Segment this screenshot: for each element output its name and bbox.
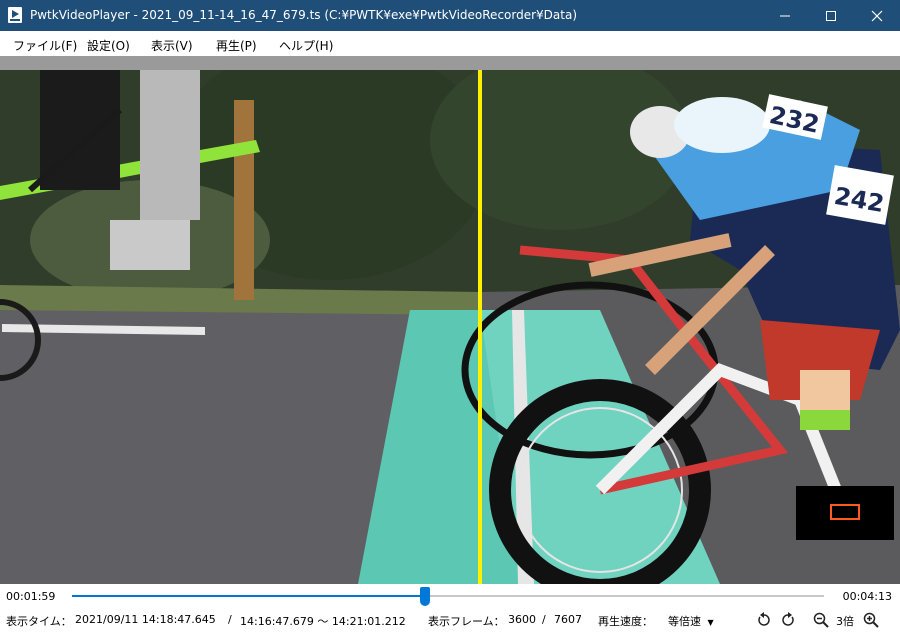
maximize-icon (825, 10, 837, 22)
menu-file[interactable]: ファイル(F) (13, 37, 77, 54)
maximize-button[interactable] (808, 0, 854, 31)
current-time: 00:01:59 (6, 590, 56, 603)
chevron-down-icon: ▼ (707, 618, 714, 627)
frame-total: 7607 (554, 613, 582, 626)
video-image: 232 242 (0, 70, 900, 584)
minimap-viewport[interactable] (830, 504, 860, 520)
window-title: PwtkVideoPlayer - 2021_09_11-14_16_47_67… (30, 8, 578, 22)
rotate-right-button[interactable] (779, 611, 797, 631)
finish-line[interactable] (478, 70, 482, 584)
speed-label: 再生速度： (598, 615, 653, 628)
app-icon (8, 7, 22, 23)
title-bar: PwtkVideoPlayer - 2021_09_11-14_16_47_67… (0, 0, 900, 31)
seek-track[interactable] (72, 595, 824, 597)
zoom-out-icon (813, 612, 829, 631)
minimize-icon (779, 10, 791, 22)
status-bar: 表示タイム： 2021/09/11 14:18:47.645 / 14:16:4… (0, 608, 900, 633)
menu-settings[interactable]: 設定(O) (87, 37, 130, 54)
close-button[interactable] (854, 0, 900, 31)
rotate-left-button[interactable] (755, 611, 773, 631)
speed-value: 等倍速 (668, 615, 701, 628)
minimize-button[interactable] (762, 0, 808, 31)
minimap[interactable] (796, 486, 894, 540)
video-top-strip (0, 56, 900, 70)
frame-label: 表示フレーム： (428, 615, 505, 628)
menu-play[interactable]: 再生(P) (216, 37, 257, 54)
seek-area: 00:01:59 00:04:13 (0, 584, 900, 608)
display-time-label: 表示タイム： (6, 615, 72, 628)
seek-fill (72, 595, 426, 597)
display-time-value: 2021/09/11 14:18:47.645 (75, 613, 216, 626)
rotate-right-icon (780, 611, 796, 631)
frame-separator: / (542, 613, 546, 626)
speed-dropdown[interactable]: 等倍速 ▼ (668, 613, 714, 629)
menu-bar: ファイル(F) 設定(O) 表示(V) 再生(P) ヘルプ(H) (0, 31, 900, 56)
total-time: 00:04:13 (842, 590, 892, 603)
zoom-level: 3倍 (836, 615, 854, 628)
frame-current: 3600 (508, 613, 536, 626)
zoom-in-icon (863, 612, 879, 631)
video-frame[interactable]: 232 242 (0, 56, 900, 584)
zoom-in-button[interactable] (862, 612, 880, 630)
close-icon (871, 10, 883, 22)
rotate-left-icon (756, 611, 772, 631)
time-separator: / (228, 613, 232, 626)
time-range-value: 14:16:47.679 ～ 14:21:01.212 (240, 615, 406, 628)
menu-help[interactable]: ヘルプ(H) (279, 37, 333, 54)
seek-thumb[interactable] (420, 587, 431, 606)
zoom-out-button[interactable] (812, 612, 830, 630)
menu-view[interactable]: 表示(V) (151, 37, 193, 54)
